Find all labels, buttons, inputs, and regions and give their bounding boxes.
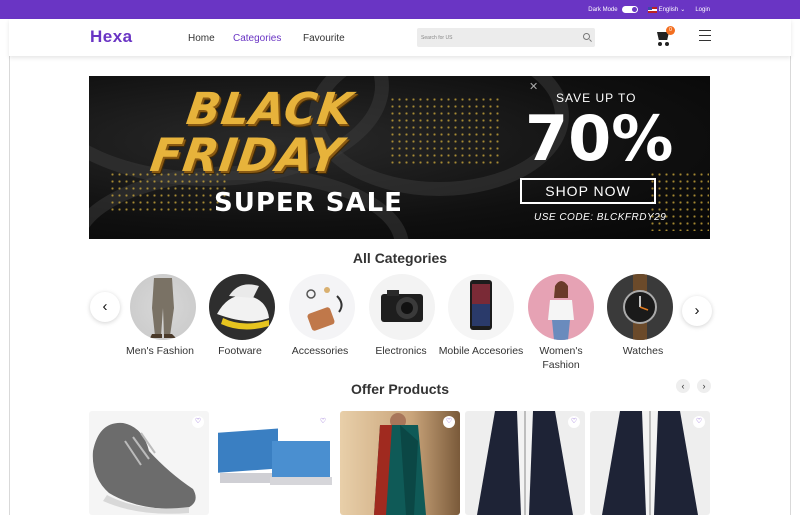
sneaker-image xyxy=(92,422,196,514)
product-card[interactable]: ♡ xyxy=(340,411,460,515)
cart-count-badge: 0 xyxy=(666,26,675,35)
banner-super-sale: SUPER SALE xyxy=(214,188,403,218)
top-bar: Dark Mode English ⌄ Login xyxy=(0,0,800,19)
product-card[interactable]: ♡ xyxy=(89,411,209,515)
sneakers-image xyxy=(217,284,269,330)
watch-image xyxy=(623,274,657,340)
heart-icon[interactable]: ♡ xyxy=(443,416,455,428)
search-placeholder: Search for US xyxy=(421,35,453,41)
category-label[interactable]: Mobile Accesories xyxy=(433,344,529,358)
heart-icon[interactable]: ♡ xyxy=(568,416,580,428)
product-card[interactable]: ♡ xyxy=(214,411,334,515)
nav-categories[interactable]: Categories xyxy=(233,33,281,44)
chevron-left-icon[interactable]: ‹ xyxy=(676,379,690,393)
woman-image xyxy=(548,281,574,340)
chevron-down-icon: ⌄ xyxy=(680,7,686,13)
promo-banner[interactable]: BLACK FRIDAY SUPER SALE ✕ SAVE UP TO 70%… xyxy=(89,76,710,239)
heart-icon[interactable]: ♡ xyxy=(693,416,705,428)
category-footware[interactable] xyxy=(209,274,275,340)
gold-dots xyxy=(389,96,499,166)
category-label[interactable]: Women's Fashion xyxy=(527,344,595,372)
category-accessories[interactable] xyxy=(289,274,355,340)
product-card[interactable]: ♡ xyxy=(590,411,710,515)
main-navbar: Hexa Home Categories Favourite Search fo… xyxy=(9,19,791,56)
category-electronics[interactable] xyxy=(369,274,435,340)
toggle-switch-icon[interactable] xyxy=(621,6,638,13)
laptop-image xyxy=(218,428,332,485)
search-icon[interactable] xyxy=(583,33,590,40)
cart-wheel xyxy=(658,42,662,46)
shop-now-button[interactable]: SHOP NOW xyxy=(520,178,656,204)
banner-promo-code: USE CODE: BLCKFRDY29 xyxy=(534,212,667,223)
nav-home[interactable]: Home xyxy=(188,33,215,44)
chevron-right-icon[interactable]: › xyxy=(697,379,711,393)
logo[interactable]: Hexa xyxy=(90,27,133,47)
chevron-left-icon[interactable]: ‹ xyxy=(90,292,120,322)
category-mobile-accessories[interactable] xyxy=(448,274,514,340)
us-flag-icon xyxy=(647,6,657,13)
cart-wheel xyxy=(665,42,669,46)
cart-button[interactable]: 0 xyxy=(654,26,675,46)
trousers-image xyxy=(150,278,176,338)
categories-title: All Categories xyxy=(352,250,448,266)
dark-mode-label: Dark Mode xyxy=(588,6,618,13)
accessories-image xyxy=(306,287,343,331)
category-womens-fashion[interactable] xyxy=(528,274,594,340)
search-input[interactable]: Search for US xyxy=(417,28,595,47)
category-watches[interactable] xyxy=(607,274,673,340)
category-mens-fashion[interactable] xyxy=(130,274,196,340)
product-card[interactable]: ♡ xyxy=(465,411,585,515)
close-icon[interactable]: ✕ xyxy=(529,80,538,93)
heart-icon[interactable]: ♡ xyxy=(192,416,204,428)
heart-icon[interactable]: ♡ xyxy=(317,416,329,428)
menu-icon[interactable] xyxy=(699,30,711,41)
saree-image xyxy=(374,413,426,515)
chevron-right-icon[interactable]: › xyxy=(682,296,712,326)
nav-favourite[interactable]: Favourite xyxy=(303,33,345,44)
banner-friday-text: FRIDAY xyxy=(147,128,347,182)
camera-image xyxy=(381,290,423,322)
phone-image xyxy=(470,280,492,330)
banner-percent: 70% xyxy=(525,102,674,175)
language-label: English xyxy=(658,6,679,13)
jacket-image xyxy=(602,411,698,515)
jacket-image xyxy=(477,411,573,515)
dark-mode-toggle[interactable]: Dark Mode xyxy=(588,6,638,13)
category-label[interactable]: Watches xyxy=(595,344,691,358)
login-link[interactable]: Login xyxy=(695,7,710,13)
language-selector[interactable]: English ⌄ xyxy=(647,6,686,13)
